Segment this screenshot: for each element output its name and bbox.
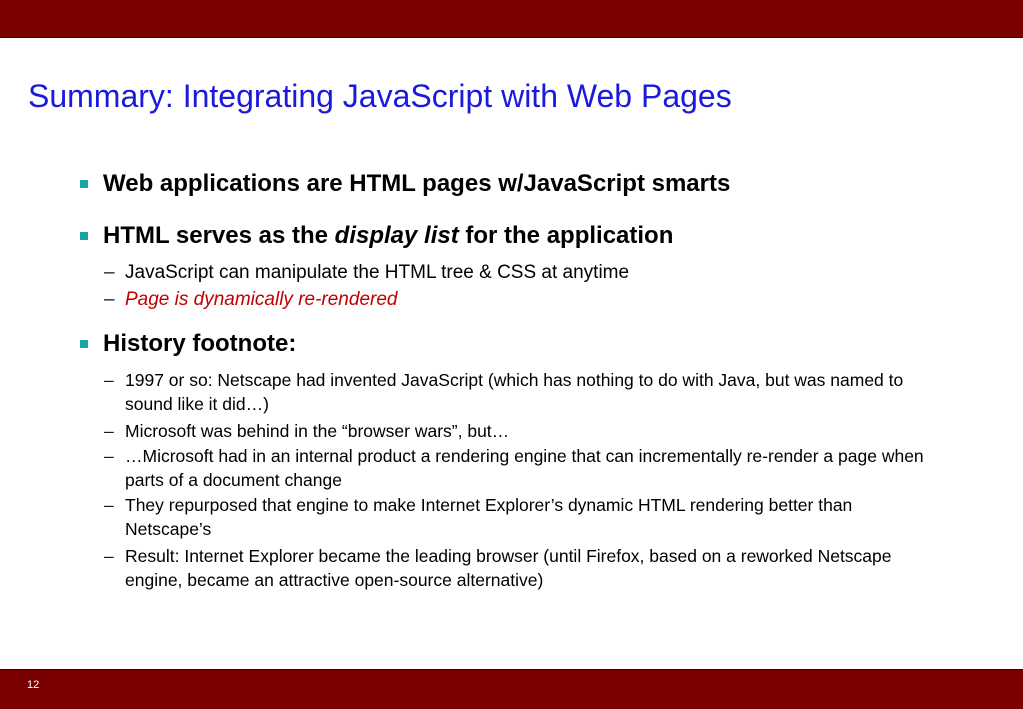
bullet-text-part: for the application — [458, 222, 674, 249]
dash-icon: – — [104, 446, 114, 466]
sub-item-text: They repurposed that engine to make Inte… — [125, 495, 853, 539]
dash-icon: – — [104, 546, 114, 566]
sub-item-repurposed: – They repurposed that engine to make In… — [104, 493, 924, 541]
sub-item-browser-wars: – Microsoft was behind in the “browser w… — [104, 419, 924, 443]
sub-item-result: – Result: Internet Explorer became the l… — [104, 544, 924, 592]
sub-item-netscape: – 1997 or so: Netscape had invented Java… — [104, 368, 924, 416]
sub-item-rerendered: – Page is dynamically re-rendered — [104, 288, 924, 312]
dash-icon: – — [104, 495, 114, 515]
sub-item-manipulate: – JavaScript can manipulate the HTML tre… — [104, 261, 924, 285]
slide-title: Summary: Integrating JavaScript with Web… — [28, 78, 732, 114]
square-bullet-icon — [80, 180, 88, 188]
bullet-text: HTML serves as the display list for the … — [103, 222, 673, 250]
dash-icon: – — [104, 421, 114, 441]
bullet-emphasis: display list — [334, 222, 459, 249]
dash-icon: – — [104, 262, 115, 283]
bullet-text-part: HTML serves as the — [103, 222, 335, 249]
square-bullet-icon — [80, 232, 88, 240]
sub-item-text: Page is dynamically re-rendered — [125, 289, 398, 310]
square-bullet-icon — [80, 340, 88, 348]
sub-item-text: …Microsoft had in an internal product a … — [125, 446, 924, 490]
slide-number: 12 — [27, 679, 40, 691]
dash-icon: – — [104, 370, 114, 390]
bullet-text: History footnote: — [103, 330, 297, 357]
sub-item-text: 1997 or so: Netscape had invented JavaSc… — [125, 370, 904, 414]
footer-banner: 12 — [0, 669, 1023, 709]
top-banner — [0, 0, 1023, 38]
bullet-text: Web applications are HTML pages w/JavaSc… — [103, 170, 731, 197]
dash-icon: – — [104, 289, 115, 310]
sub-item-rendering-engine: – …Microsoft had in an internal product … — [104, 444, 924, 492]
sub-item-text: Result: Internet Explorer became the lea… — [125, 546, 892, 590]
sub-item-text: JavaScript can manipulate the HTML tree … — [125, 262, 630, 283]
sub-item-text: Microsoft was behind in the “browser war… — [125, 421, 510, 441]
